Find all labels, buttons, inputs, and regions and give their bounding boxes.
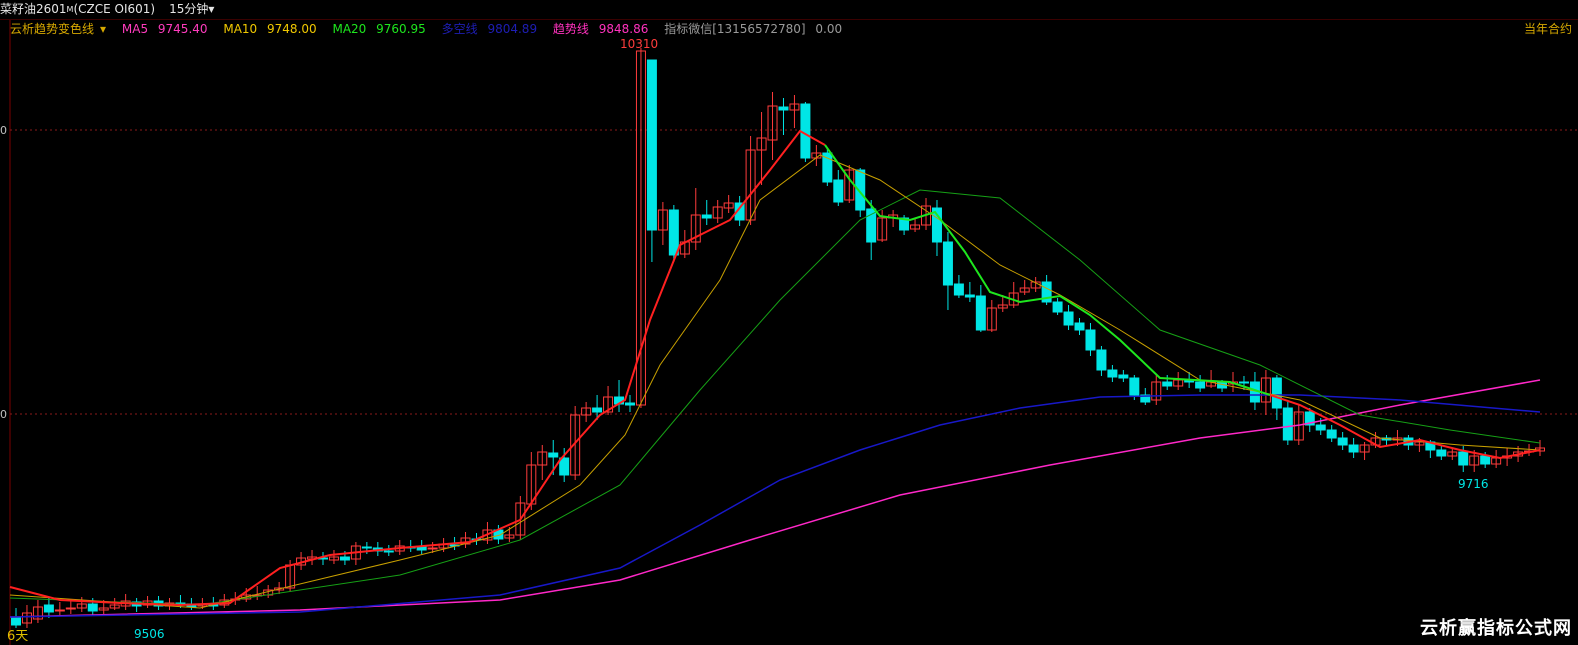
legend-label: MA20	[332, 22, 367, 36]
candle-body	[339, 556, 350, 561]
candle-body	[1436, 449, 1447, 457]
candle-body	[1348, 444, 1359, 453]
candle-body	[1238, 381, 1249, 384]
candle-body	[1129, 377, 1140, 396]
y-tick-label: 0	[0, 124, 7, 137]
legend-label: MA5	[121, 22, 149, 36]
candle-body	[383, 550, 394, 553]
y-tick-label: 0	[0, 408, 7, 421]
legend-value: 9804.89	[487, 22, 538, 36]
candle-body	[1315, 424, 1326, 431]
candle-body	[975, 295, 986, 331]
ma10-line	[9, 154, 1541, 609]
legend-value: 9848.86	[598, 22, 649, 36]
candle-body	[1085, 329, 1096, 351]
legend-label: 多空线	[441, 22, 478, 36]
legend-value: 9745.40	[157, 22, 208, 36]
ma20-line	[9, 189, 1541, 606]
candle-body	[1271, 377, 1282, 409]
symbol-code: (CZCE OI601)	[73, 2, 156, 16]
price-chart[interactable]: 0 0 10310 9506 9716	[0, 20, 1578, 645]
legend-long-short: 多空线 9804.89	[442, 22, 543, 36]
candle-body	[1118, 374, 1129, 379]
candle-body	[43, 604, 54, 613]
candle-body	[822, 152, 833, 183]
candle-body	[953, 283, 964, 296]
candle-body	[1326, 429, 1337, 439]
candle-body	[11, 616, 21, 626]
candle-body	[1096, 349, 1107, 371]
contract-label: 当年合约	[1523, 22, 1572, 36]
period-label: 15分钟	[169, 2, 209, 16]
legend-ma20: MA20 9760.95	[332, 22, 431, 36]
legend-ma10: MA10 9748.00	[223, 22, 322, 36]
candle-body	[1162, 381, 1173, 387]
candle-body	[361, 546, 372, 549]
legend-wechat: 指标微信[13156572780] 0.00	[664, 22, 848, 36]
trend-ma-line	[824, 144, 1271, 396]
candle-body	[1282, 407, 1293, 441]
candle-body	[1480, 455, 1491, 465]
candle-body	[646, 59, 657, 231]
candle-body	[964, 294, 975, 298]
candle-body	[54, 609, 65, 612]
candle-body	[701, 214, 712, 219]
candle-body	[833, 179, 844, 203]
candle-body	[548, 452, 559, 458]
candle-body	[778, 106, 789, 111]
candle-body	[427, 547, 438, 550]
legend-label: MA10	[223, 22, 258, 36]
candle-body	[668, 209, 679, 256]
candle-body	[65, 607, 76, 610]
chevron-down-icon: ▾	[208, 2, 215, 16]
legend-ma5: MA5 9745.40	[122, 22, 214, 36]
candle-body	[1074, 322, 1085, 331]
period-selector[interactable]: 15分钟▾	[169, 2, 214, 16]
candle-body	[1195, 381, 1206, 389]
candle-body	[624, 402, 635, 406]
legend-trend: 趋势线 9848.86	[553, 22, 654, 36]
candle-body	[1458, 451, 1469, 466]
candle-body	[1107, 369, 1118, 378]
candle-body	[87, 603, 98, 612]
legend-label: 指标微信[13156572780]	[664, 22, 806, 36]
candle-body	[1052, 301, 1063, 313]
candle-body	[1063, 311, 1074, 326]
legend-value: 9760.95	[376, 22, 426, 36]
indicator-legend: 云析趋势变色线 ▾ MA5 9745.40 MA10 9748.00 MA20 9…	[10, 21, 854, 37]
trend-ma-line	[9, 129, 826, 607]
candle-body	[800, 103, 811, 159]
low-label: 9506	[134, 627, 165, 641]
indicator-name: 云析趋势变色线	[10, 22, 95, 36]
high-label: 10310	[620, 37, 658, 51]
symbol-name[interactable]: 菜籽油2601	[0, 2, 67, 16]
indicator-selector[interactable]: 云析趋势变色线 ▾	[10, 22, 112, 36]
time-label: 6天	[7, 629, 29, 644]
long-short-line	[9, 394, 1541, 618]
candle-body	[942, 241, 953, 286]
legend-value: 0.00	[815, 22, 843, 36]
candle-body	[592, 407, 603, 413]
chevron-down-icon: ▾	[100, 22, 107, 36]
watermark: 云析赢指标公式网	[1420, 618, 1572, 639]
title-bar: 菜籽油2601M(CZCE OI601) 15分钟▾	[0, 0, 1578, 20]
candle-body	[559, 457, 570, 476]
legend-value: 9748.00	[267, 22, 317, 36]
end-low-label: 9716	[1458, 477, 1489, 491]
candle-body	[1337, 437, 1348, 446]
legend-label: 趋势线	[552, 22, 589, 36]
